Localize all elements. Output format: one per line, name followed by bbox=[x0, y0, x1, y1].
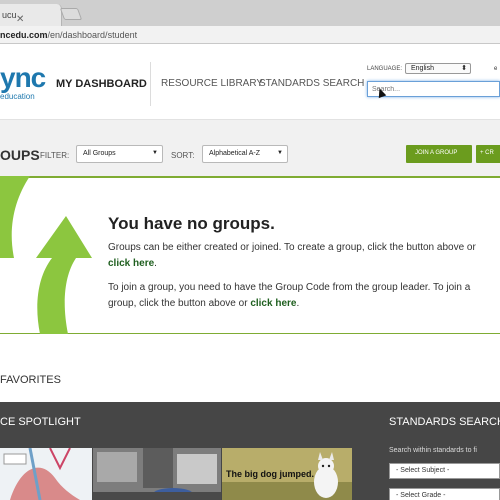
nav-divider bbox=[150, 62, 151, 106]
page-title: OUPS bbox=[0, 147, 40, 163]
site-search-input[interactable] bbox=[367, 81, 500, 97]
create-help-text: Groups can be either created or joined. … bbox=[108, 242, 476, 253]
join-help-end: . bbox=[296, 298, 300, 309]
browser-tab-title: ucu bbox=[2, 10, 17, 20]
favorites-heading: FAVORITES bbox=[0, 374, 61, 386]
create-group-button[interactable]: + CR bbox=[476, 145, 500, 163]
updown-caret-icon: ⬍ bbox=[461, 65, 467, 72]
nav-my-dashboard[interactable]: MY DASHBOARD bbox=[56, 78, 147, 90]
join-click-here-link[interactable]: click here bbox=[250, 298, 296, 309]
browser-tab-bar: ucu ✕ bbox=[0, 0, 500, 26]
empty-state-title: You have no groups. bbox=[108, 214, 275, 233]
language-select-value: English bbox=[411, 65, 434, 72]
subject-select[interactable]: - Select Subject - bbox=[389, 463, 500, 479]
nav-standards-search[interactable]: STANDARDS SEARCH bbox=[259, 78, 364, 89]
site-logo-subtitle: education bbox=[0, 92, 35, 101]
standards-search-hint: Search within standards to fi bbox=[389, 447, 477, 454]
filter-dropdown[interactable]: All Groups ▼ bbox=[76, 145, 163, 163]
site-logo[interactable]: ync bbox=[0, 62, 46, 94]
new-tab-button[interactable] bbox=[59, 8, 83, 20]
url-path: /en/dashboard/student bbox=[47, 30, 138, 40]
sort-label: SORT: bbox=[171, 151, 195, 160]
header-right-link[interactable]: e bbox=[494, 66, 497, 72]
close-tab-icon[interactable]: ✕ bbox=[16, 14, 24, 25]
street-photo-icon bbox=[93, 448, 221, 500]
chevron-down-icon: ▼ bbox=[152, 150, 158, 156]
standards-search-heading: STANDARDS SEARCH bbox=[389, 416, 500, 428]
filter-dropdown-value: All Groups bbox=[83, 150, 116, 157]
sort-dropdown-value: Alphabetical A-Z bbox=[209, 150, 260, 157]
create-click-here-link[interactable]: click here bbox=[108, 258, 154, 269]
chevron-down-icon: ▼ bbox=[277, 150, 283, 156]
thumbnail-caption: The big dog jumped. bbox=[226, 469, 314, 479]
spotlight-thumbnail-1[interactable] bbox=[0, 448, 92, 500]
join-group-button[interactable]: JOIN A GROUP bbox=[406, 145, 472, 163]
nav-resource-library[interactable]: RESOURCE LIBRARY bbox=[161, 78, 263, 89]
anatomy-illustration-icon bbox=[0, 448, 92, 500]
create-help-end: . bbox=[154, 258, 157, 269]
language-select[interactable]: English ⬍ bbox=[405, 63, 471, 74]
refresh-arrows-icon bbox=[0, 176, 92, 334]
url-text[interactable]: ncedu.com/en/dashboard/student bbox=[0, 30, 137, 40]
spotlight-thumbnail-2[interactable] bbox=[93, 448, 221, 500]
grade-select[interactable]: - Select Grade - bbox=[389, 488, 500, 500]
url-host: ncedu.com bbox=[0, 30, 48, 40]
language-label: LANGUAGE: bbox=[367, 66, 403, 72]
sort-dropdown[interactable]: Alphabetical A-Z ▼ bbox=[202, 145, 288, 163]
create-group-help: Groups can be either created or joined. … bbox=[108, 240, 500, 272]
address-bar[interactable]: ncedu.com/en/dashboard/student bbox=[0, 26, 500, 44]
join-group-help: To join a group, you need to have the Gr… bbox=[108, 280, 500, 312]
filter-label: FILTER: bbox=[40, 151, 70, 160]
browser-tab[interactable]: ucu ✕ bbox=[0, 4, 62, 26]
spotlight-heading: CE SPOTLIGHT bbox=[0, 416, 81, 428]
